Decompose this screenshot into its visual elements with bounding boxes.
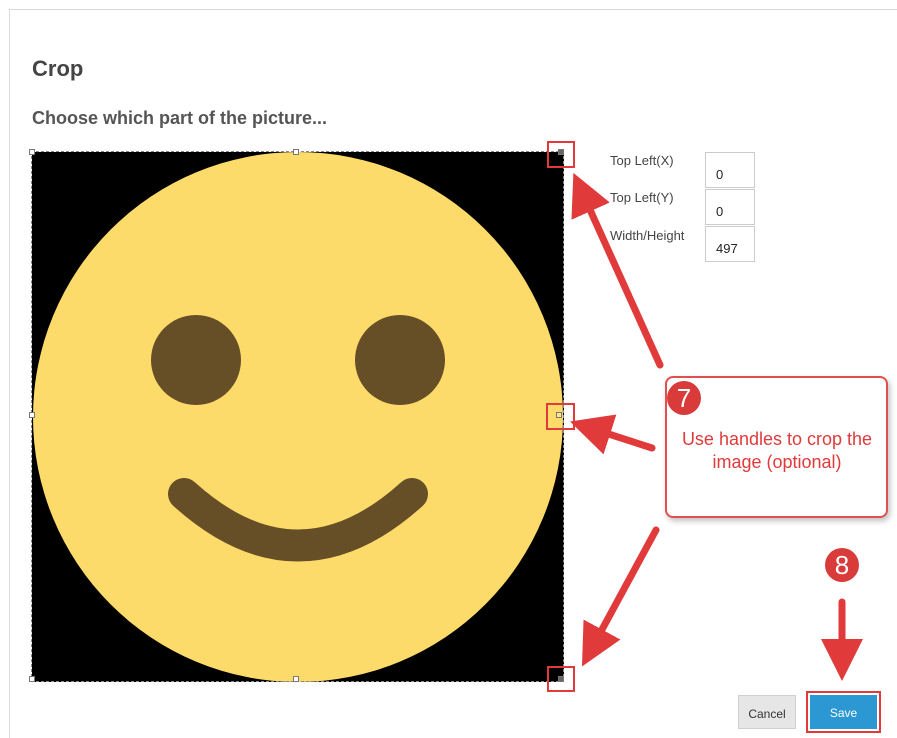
top-left-y-input[interactable] xyxy=(705,189,755,225)
step-8-badge: 8 xyxy=(825,548,859,582)
panel-border xyxy=(9,9,10,738)
arrow-to-bottom-handle xyxy=(581,526,660,667)
crop-image-area[interactable] xyxy=(29,149,564,682)
top-left-x-input[interactable] xyxy=(705,152,755,188)
top-left-y-label: Top Left(Y) xyxy=(610,190,674,205)
dialog-title: Crop xyxy=(32,56,84,81)
dialog-subtitle: Choose which part of the picture... xyxy=(32,108,328,128)
width-height-label: Width/Height xyxy=(610,228,685,243)
highlight-top-right-handle xyxy=(547,141,575,168)
save-button[interactable]: Save xyxy=(810,695,877,729)
top-left-x-label: Top Left(X) xyxy=(610,153,674,168)
crop-handle-left[interactable] xyxy=(29,412,35,418)
highlight-bottom-right-handle xyxy=(547,666,575,692)
crop-handle-bottom-left[interactable] xyxy=(29,676,35,682)
step-7-badge: 7 xyxy=(667,381,701,415)
crop-handle-top-left[interactable] xyxy=(29,149,35,155)
callout-text: Use handles to crop the image (optional) xyxy=(681,429,873,472)
crop-handle-top[interactable] xyxy=(293,149,299,155)
panel-border xyxy=(9,9,897,10)
arrow-to-top-handle xyxy=(571,172,664,369)
smiley-face-icon xyxy=(33,152,563,682)
cancel-button[interactable]: Cancel xyxy=(738,695,796,729)
arrow-to-right-handle xyxy=(570,414,656,455)
width-height-input[interactable] xyxy=(705,226,755,262)
highlight-right-handle xyxy=(546,403,575,430)
crop-handle-bottom[interactable] xyxy=(293,676,299,682)
